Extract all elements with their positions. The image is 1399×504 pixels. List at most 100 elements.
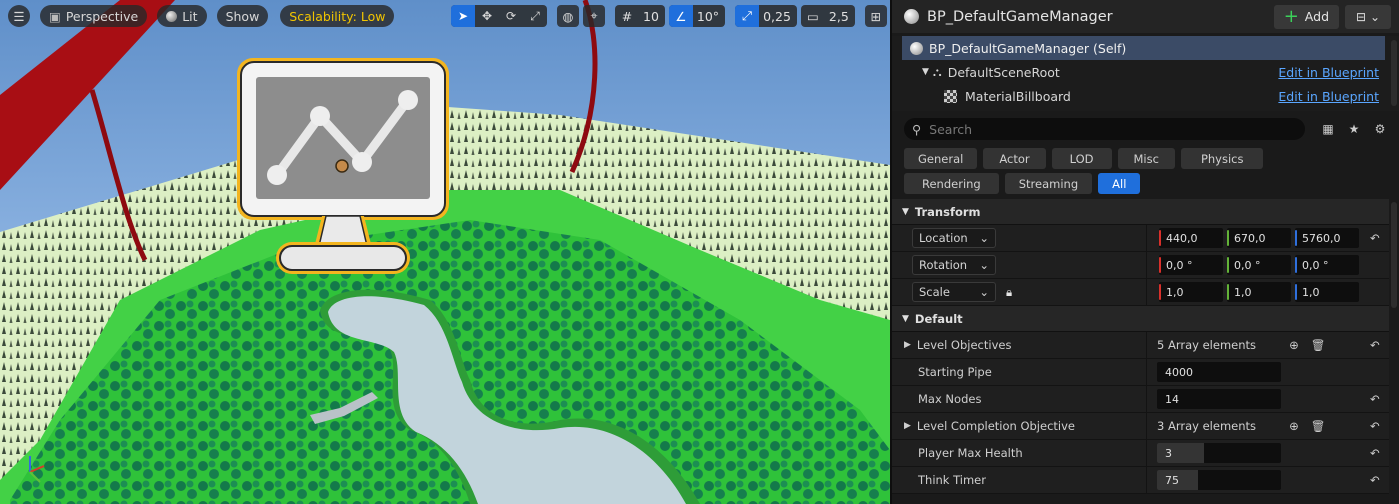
- property-scale: Scale ⌄ 🔒︎ 1,0 1,0 1,0: [892, 279, 1389, 306]
- viewport-layout-button[interactable]: ⊞: [864, 5, 887, 27]
- perspective-button[interactable]: ▣ Perspective: [40, 5, 148, 27]
- location-x-field[interactable]: 440,0: [1159, 228, 1223, 248]
- expand-arrow-icon[interactable]: ▶: [904, 340, 911, 350]
- actor-icon: [910, 41, 923, 55]
- scale-z-field[interactable]: 1,0: [1295, 282, 1359, 302]
- details-search-input[interactable]: ⚲ Search: [904, 118, 1305, 140]
- lock-icon[interactable]: 🔒︎: [1006, 285, 1012, 300]
- rotate-icon: ⟳: [505, 9, 517, 23]
- level-viewport[interactable]: ☰ ▣ Perspective Lit Show Scalability: Lo…: [0, 0, 890, 504]
- reset-location-button[interactable]: ↶: [1365, 228, 1385, 248]
- add-component-button[interactable]: + Add: [1273, 4, 1339, 29]
- grid-snap-control[interactable]: # 10: [615, 5, 665, 27]
- filter-misc[interactable]: Misc: [1117, 148, 1175, 169]
- filter-rendering[interactable]: Rendering: [904, 173, 999, 194]
- location-z-field[interactable]: 5760,0: [1295, 228, 1359, 248]
- location-mode-combo[interactable]: Location ⌄: [912, 228, 996, 248]
- category-transform[interactable]: ▼ Transform: [892, 199, 1389, 225]
- filter-lod[interactable]: LOD: [1051, 148, 1112, 169]
- viewport-scene[interactable]: [0, 0, 890, 504]
- component-row-self[interactable]: BP_DefaultGameManager (Self): [902, 36, 1385, 60]
- reset-player-max-health-button[interactable]: ↶: [1365, 443, 1385, 463]
- category-default[interactable]: ▼ Default: [892, 306, 1389, 332]
- filter-actor[interactable]: Actor: [983, 148, 1046, 169]
- checker-icon: [944, 89, 957, 103]
- rotation-mode-combo[interactable]: Rotation ⌄: [912, 255, 996, 275]
- select-tool-button[interactable]: ➤: [451, 5, 475, 27]
- scale-y-field[interactable]: 1,0: [1227, 282, 1291, 302]
- favorites-button[interactable]: ★: [1341, 118, 1367, 140]
- gear-icon: ⚙: [1374, 122, 1386, 136]
- component-tree: BP_DefaultGameManager (Self) ▼ ⛬ Default…: [892, 36, 1399, 111]
- scale-tool-button[interactable]: ⤢: [523, 5, 547, 27]
- reset-level-completion-button[interactable]: ↶: [1365, 416, 1385, 436]
- max-nodes-input[interactable]: 14: [1157, 389, 1281, 409]
- reset-arrow-icon: ↶: [1370, 446, 1380, 460]
- scale-snap-control[interactable]: ⤢ 0,25: [735, 5, 797, 27]
- reset-think-timer-button[interactable]: ↶: [1365, 470, 1385, 490]
- component-row-scene-root[interactable]: ▼ ⛬ DefaultSceneRoot Edit in Blueprint: [892, 60, 1399, 84]
- camera-speed-control[interactable]: ▭ 2,5: [800, 5, 855, 27]
- scale-mode-combo[interactable]: Scale ⌄: [912, 282, 996, 302]
- add-element-button[interactable]: ⊕: [1285, 417, 1303, 435]
- location-y-field[interactable]: 670,0: [1227, 228, 1291, 248]
- lit-button[interactable]: Lit: [157, 5, 207, 27]
- lit-sphere-icon: [166, 10, 178, 22]
- transform-tools: ➤ ✥ ⟳ ⤢: [451, 5, 547, 27]
- world-local-button[interactable]: ◍: [557, 5, 579, 27]
- scalability-button[interactable]: Scalability: Low: [280, 5, 395, 27]
- property-list: ▼ Transform Location ⌄ 440,0 670,0 5760,…: [892, 199, 1389, 494]
- add-element-button[interactable]: ⊕: [1285, 336, 1303, 354]
- filter-streaming[interactable]: Streaming: [1004, 173, 1093, 194]
- player-max-health-slider[interactable]: 3: [1157, 443, 1281, 463]
- reset-arrow-icon: ↶: [1370, 419, 1380, 433]
- angle-icon: ∠: [668, 5, 693, 27]
- reset-arrow-icon: ↶: [1370, 231, 1380, 245]
- property-level-objectives: ▶ Level Objectives 5 Array elements ⊕ 🗑︎…: [892, 332, 1389, 359]
- globe-icon: ◍: [562, 8, 574, 24]
- category-filters: General Actor LOD Misc Physics Rendering…: [892, 144, 1362, 194]
- property-player-max-health: Player Max Health 3 ↶: [892, 440, 1389, 467]
- rotation-snap-control[interactable]: ∠ 10°: [668, 5, 726, 27]
- edit-in-blueprint-link[interactable]: Edit in Blueprint: [1278, 89, 1379, 104]
- filter-physics[interactable]: Physics: [1180, 148, 1264, 169]
- filter-general[interactable]: General: [904, 148, 978, 169]
- reset-arrow-icon: ↶: [1370, 338, 1380, 352]
- reset-level-objectives-button[interactable]: ↶: [1365, 335, 1385, 355]
- component-tree-scrollbar[interactable]: [1391, 40, 1397, 106]
- red-beam-left: [0, 0, 175, 190]
- details-scrollbar[interactable]: [1391, 202, 1397, 308]
- viewport-menu-button[interactable]: ☰: [8, 5, 30, 27]
- chevron-down-icon: ⌄: [979, 231, 989, 245]
- rotate-tool-button[interactable]: ⟳: [499, 5, 523, 27]
- actor-icon: [904, 9, 919, 24]
- surface-snap-button[interactable]: ⌖: [583, 5, 605, 27]
- blueprint-options-button[interactable]: ⊟ ⌄: [1345, 4, 1391, 29]
- rotation-y-field[interactable]: 0,0 °: [1227, 255, 1291, 275]
- settings-button[interactable]: ⚙: [1367, 118, 1393, 140]
- property-matrix-button[interactable]: ▦: [1315, 118, 1341, 140]
- starting-pipe-input[interactable]: 4000: [1157, 362, 1281, 382]
- rotation-x-field[interactable]: 0,0 °: [1159, 255, 1223, 275]
- reset-max-nodes-button[interactable]: ↶: [1365, 389, 1385, 409]
- show-button[interactable]: Show: [216, 5, 269, 27]
- trash-icon: 🗑︎: [1310, 338, 1326, 352]
- property-level-completion-objective: ▶ Level Completion Objective 3 Array ele…: [892, 413, 1389, 440]
- rotation-z-field[interactable]: 0,0 °: [1295, 255, 1359, 275]
- expand-arrow-icon[interactable]: ▼: [922, 67, 929, 77]
- cursor-icon: ➤: [457, 9, 469, 23]
- edit-in-blueprint-link[interactable]: Edit in Blueprint: [1278, 65, 1379, 80]
- scale-x-field[interactable]: 1,0: [1159, 282, 1223, 302]
- think-timer-slider[interactable]: 75: [1157, 470, 1281, 490]
- grid-icon: #: [621, 8, 633, 24]
- property-rotation: Rotation ⌄ 0,0 ° 0,0 ° 0,0 °: [892, 252, 1389, 279]
- expand-arrow-icon[interactable]: ▶: [904, 421, 911, 431]
- scale-icon: ⤢: [530, 8, 540, 23]
- component-row-billboard[interactable]: MaterialBillboard Edit in Blueprint: [892, 84, 1399, 108]
- move-tool-button[interactable]: ✥: [475, 5, 499, 27]
- clear-array-button[interactable]: 🗑︎: [1309, 336, 1327, 354]
- move-icon: ✥: [481, 9, 493, 23]
- clear-array-button[interactable]: 🗑︎: [1309, 417, 1327, 435]
- filter-all[interactable]: All: [1098, 173, 1141, 194]
- reset-arrow-icon: ↶: [1370, 392, 1380, 406]
